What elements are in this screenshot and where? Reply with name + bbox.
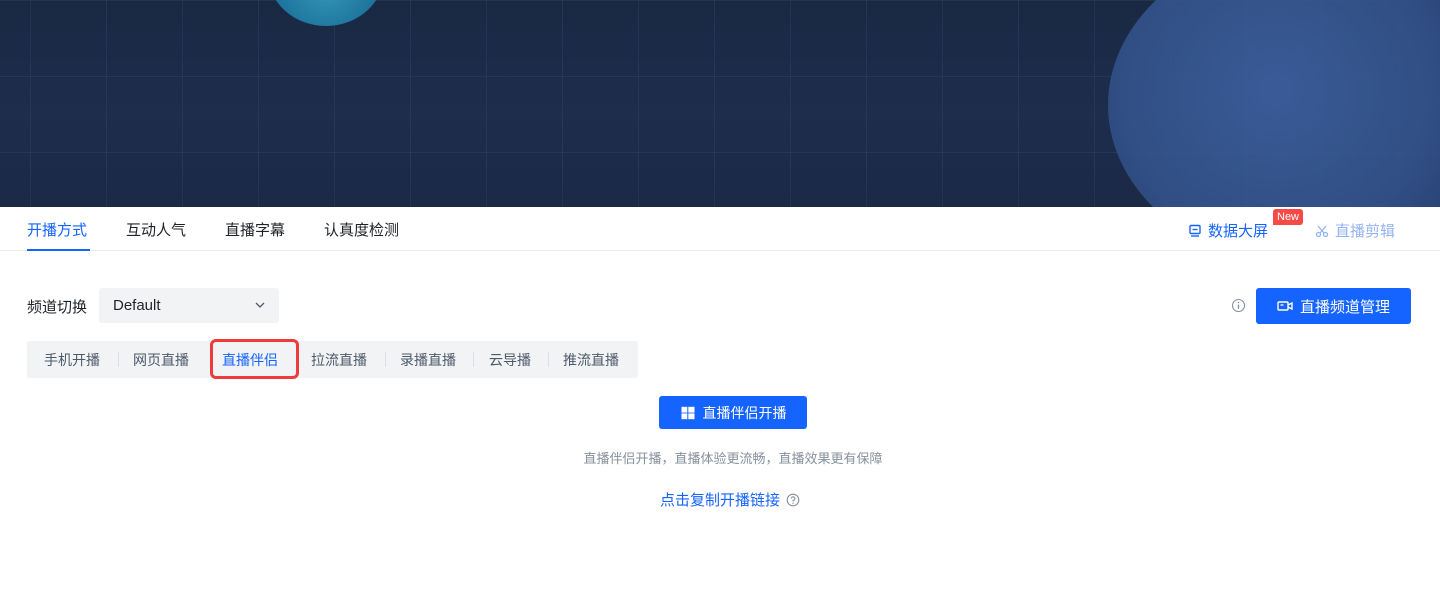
- tab-subtitles[interactable]: 直播字幕: [225, 219, 285, 240]
- question-circle-icon[interactable]: [786, 493, 800, 507]
- start-live-companion-button[interactable]: 直播伴侣开播: [659, 396, 807, 429]
- header-banner: [0, 0, 1440, 207]
- video-camera-icon: [1277, 298, 1293, 314]
- data-screen-link[interactable]: 数据大屏: [1187, 220, 1268, 241]
- banner-decoration-glow: [1108, 0, 1440, 207]
- channel-switch-label: 频道切换: [27, 298, 88, 316]
- scissors-icon: [1314, 223, 1330, 239]
- divider: [118, 352, 119, 367]
- divider: [473, 352, 474, 367]
- live-edit-label: 直播剪辑: [1335, 222, 1396, 240]
- monitor-icon: [1187, 223, 1203, 239]
- active-tab-indicator: [27, 249, 90, 251]
- divider: [548, 352, 549, 367]
- channel-management-button[interactable]: 直播频道管理: [1256, 288, 1411, 324]
- channel-select-value: Default: [113, 297, 161, 314]
- chevron-down-icon: [255, 302, 265, 308]
- mode-mobile[interactable]: 手机开播: [44, 341, 100, 378]
- tab-attention-check[interactable]: 认真度检测: [324, 219, 399, 240]
- info-icon[interactable]: [1231, 298, 1246, 313]
- mode-live-companion[interactable]: 直播伴侣: [222, 341, 278, 378]
- windows-icon: [680, 405, 696, 421]
- start-live-companion-label: 直播伴侣开播: [702, 405, 787, 422]
- data-screen-label: 数据大屏: [1208, 222, 1269, 240]
- mode-push-stream[interactable]: 推流直播: [563, 341, 619, 378]
- tab-interaction[interactable]: 互动人气: [126, 219, 186, 240]
- new-badge: New: [1273, 209, 1304, 225]
- broadcast-mode-tabs: 手机开播 网页直播 直播伴侣 拉流直播 录播直播 云导播 推流直播: [27, 341, 638, 378]
- divider: [385, 352, 386, 367]
- tab-bar: 开播方式 互动人气 直播字幕 认真度检测 数据大屏 直播剪辑: [0, 207, 1440, 251]
- channel-select[interactable]: Default: [99, 288, 279, 323]
- copy-broadcast-link[interactable]: 点击复制开播链接: [660, 489, 800, 510]
- mode-recorded[interactable]: 录播直播: [400, 341, 456, 378]
- mode-pull-stream[interactable]: 拉流直播: [311, 341, 367, 378]
- tab-broadcast-method[interactable]: 开播方式: [27, 219, 87, 240]
- mode-cloud-director[interactable]: 云导播: [489, 341, 531, 378]
- hint-text: 直播伴侣开播，直播体验更流畅，直播效果更有保障: [583, 452, 883, 467]
- copy-broadcast-link-label: 点击复制开播链接: [660, 491, 781, 509]
- live-edit-link[interactable]: 直播剪辑: [1314, 220, 1395, 241]
- channel-management-label: 直播频道管理: [1299, 297, 1390, 316]
- mode-web[interactable]: 网页直播: [133, 341, 189, 378]
